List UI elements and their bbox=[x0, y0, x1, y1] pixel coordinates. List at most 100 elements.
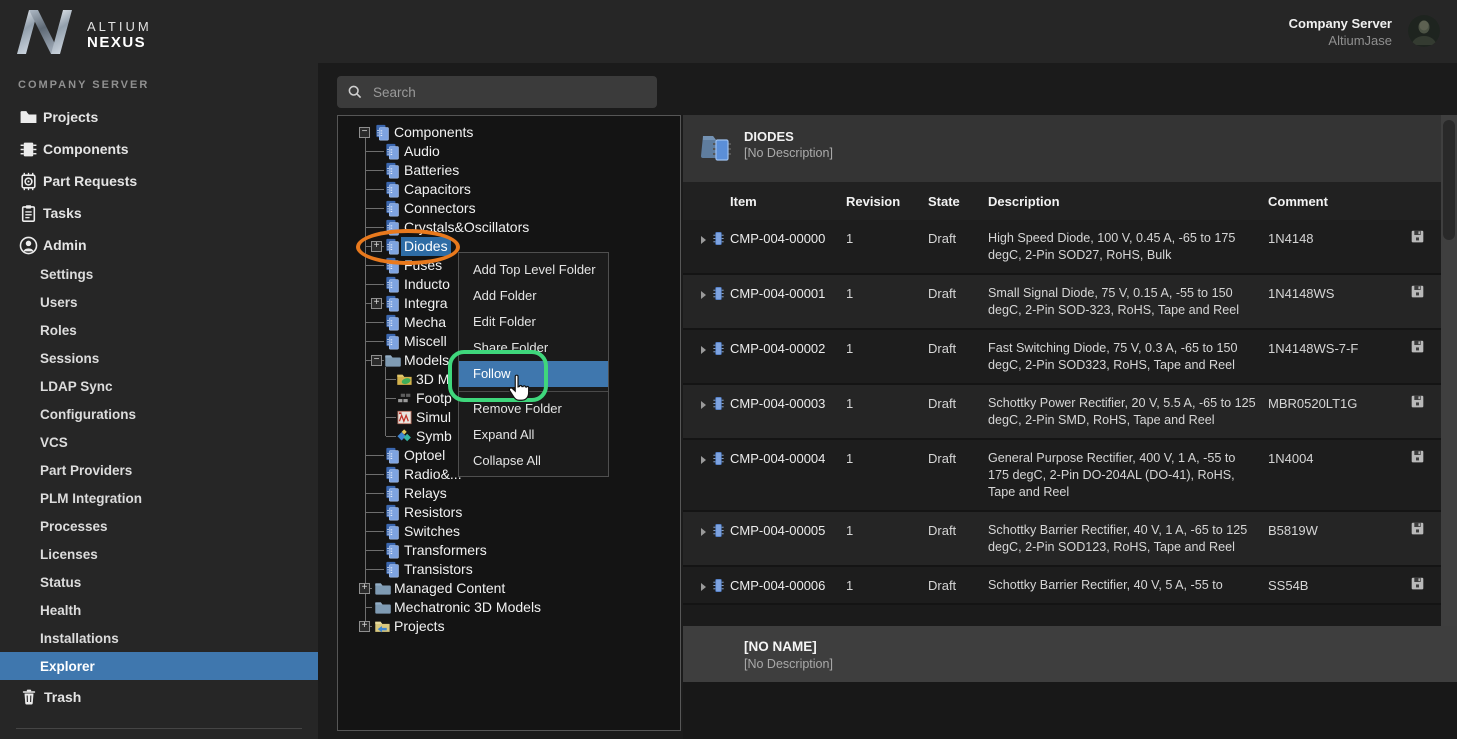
expand-plus-icon[interactable]: + bbox=[371, 298, 382, 309]
selection-description: [No Description] bbox=[744, 657, 833, 671]
sidebar-item-admin[interactable]: Admin bbox=[0, 229, 318, 261]
sidebar-item-trash-row[interactable]: Trash bbox=[0, 683, 318, 711]
tree-item-managed-content[interactable]: + Managed Content bbox=[338, 579, 680, 598]
column-header-state[interactable]: State bbox=[928, 194, 960, 209]
sidebar-item-roles[interactable]: Roles bbox=[0, 316, 318, 344]
sidebar-item-tasks[interactable]: Tasks bbox=[0, 197, 318, 229]
table-row-cmp-004-00005[interactable]: CMP-004-000051DraftSchottky Barrier Rect… bbox=[683, 512, 1457, 567]
tree-item-switches[interactable]: Switches bbox=[338, 522, 680, 541]
sidebar-item-settings[interactable]: Settings bbox=[0, 260, 318, 288]
save-icon[interactable] bbox=[1410, 449, 1426, 465]
trash-icon bbox=[19, 687, 39, 707]
save-icon[interactable] bbox=[1410, 284, 1426, 300]
sidebar-item-plm-integration[interactable]: PLM Integration bbox=[0, 484, 318, 512]
tree-item-components[interactable]: − Components bbox=[338, 123, 680, 142]
tree-item-audio[interactable]: Audio bbox=[338, 142, 680, 161]
cell-description: Small Signal Diode, 75 V, 0.15 A, -55 to… bbox=[988, 275, 1256, 330]
cell-comment: 1N4148 bbox=[1268, 231, 1314, 246]
column-header-comment[interactable]: Comment bbox=[1268, 194, 1328, 209]
save-icon[interactable] bbox=[1410, 339, 1426, 355]
tree-item-label: Simul bbox=[413, 408, 454, 427]
tree-item-label: Radio&... bbox=[401, 465, 465, 484]
sidebar-item-projects[interactable]: Projects bbox=[0, 101, 318, 133]
tree-item-label: Resistors bbox=[401, 503, 465, 522]
menu-item-edit-folder[interactable]: Edit Folder bbox=[459, 309, 608, 335]
row-expand-triangle-icon[interactable] bbox=[701, 236, 706, 244]
save-icon[interactable] bbox=[1410, 229, 1426, 245]
search-input[interactable] bbox=[371, 76, 651, 108]
user-avatar[interactable] bbox=[1408, 15, 1440, 47]
sidebar-item-sessions[interactable]: Sessions bbox=[0, 344, 318, 372]
sidebar-item-users[interactable]: Users bbox=[0, 288, 318, 316]
tree-item-label: Relays bbox=[401, 484, 450, 503]
tree-item-label: Optoel bbox=[401, 446, 448, 465]
row-expand-triangle-icon[interactable] bbox=[701, 528, 706, 536]
sidebar-item-explorer[interactable]: Explorer bbox=[0, 652, 318, 680]
user-name[interactable]: AltiumJase bbox=[1180, 33, 1392, 48]
row-expand-triangle-icon[interactable] bbox=[701, 346, 706, 354]
sidebar-item-ldap-sync[interactable]: LDAP Sync bbox=[0, 372, 318, 400]
table-row-cmp-004-00006[interactable]: CMP-004-000061DraftSchottky Barrier Rect… bbox=[683, 567, 1457, 605]
menu-item-add-top-level-folder[interactable]: Add Top Level Folder bbox=[459, 257, 608, 283]
content-panel: DIODES [No Description] ItemRevisionStat… bbox=[683, 63, 1457, 739]
vertical-scrollbar[interactable] bbox=[1441, 115, 1457, 626]
footprint-icon bbox=[396, 390, 413, 407]
row-expand-triangle-icon[interactable] bbox=[701, 456, 706, 464]
tree-item-capacitors[interactable]: Capacitors bbox=[338, 180, 680, 199]
sidebar-item-configurations[interactable]: Configurations bbox=[0, 400, 318, 428]
collapse-minus-icon[interactable]: − bbox=[359, 127, 370, 138]
row-expand-triangle-icon[interactable] bbox=[701, 401, 706, 409]
mouse-cursor-hand bbox=[506, 374, 532, 409]
sidebar-item-label: Admin bbox=[43, 237, 87, 253]
cell-item: CMP-004-00004 bbox=[730, 451, 825, 466]
tree-item-batteries[interactable]: Batteries bbox=[338, 161, 680, 180]
tree-item-resistors[interactable]: Resistors bbox=[338, 503, 680, 522]
components-lib-icon bbox=[384, 143, 401, 160]
search-box bbox=[337, 76, 657, 108]
table-row-cmp-004-00003[interactable]: CMP-004-000031DraftSchottky Power Rectif… bbox=[683, 385, 1457, 440]
tree-item-relays[interactable]: Relays bbox=[338, 484, 680, 503]
components-lib-icon bbox=[384, 447, 401, 464]
sidebar-item-processes[interactable]: Processes bbox=[0, 512, 318, 540]
collapse-minus-icon[interactable]: − bbox=[371, 355, 382, 366]
clipboard-icon bbox=[18, 203, 38, 223]
row-expand-triangle-icon[interactable] bbox=[701, 583, 706, 591]
scrollbar-thumb[interactable] bbox=[1443, 120, 1455, 240]
table-row-cmp-004-00000[interactable]: CMP-004-000001DraftHigh Speed Diode, 100… bbox=[683, 220, 1457, 275]
menu-item-collapse-all[interactable]: Collapse All bbox=[459, 448, 608, 474]
expand-plus-icon[interactable]: + bbox=[359, 621, 370, 632]
chip-icon bbox=[18, 139, 38, 159]
sidebar-item-part-providers[interactable]: Part Providers bbox=[0, 456, 318, 484]
tree-item-transformers[interactable]: Transformers bbox=[338, 541, 680, 560]
menu-item-add-folder[interactable]: Add Folder bbox=[459, 283, 608, 309]
tree-item-projects[interactable]: + Projects bbox=[338, 617, 680, 636]
sidebar-item-components[interactable]: Components bbox=[0, 133, 318, 165]
save-icon[interactable] bbox=[1410, 576, 1426, 592]
tree-item-mechatronic-3d-models[interactable]: Mechatronic 3D Models bbox=[338, 598, 680, 617]
row-expand-triangle-icon[interactable] bbox=[701, 291, 706, 299]
column-header-revision[interactable]: Revision bbox=[846, 194, 900, 209]
tree-item-transistors[interactable]: Transistors bbox=[338, 560, 680, 579]
tree-item-connectors[interactable]: Connectors bbox=[338, 199, 680, 218]
save-icon[interactable] bbox=[1410, 394, 1426, 410]
tree-item-label: Mecha bbox=[401, 313, 449, 332]
table-row-cmp-004-00004[interactable]: CMP-004-000041DraftGeneral Purpose Recti… bbox=[683, 440, 1457, 512]
table-row-cmp-004-00002[interactable]: CMP-004-000021DraftFast Switching Diode,… bbox=[683, 330, 1457, 385]
menu-item-expand-all[interactable]: Expand All bbox=[459, 422, 608, 448]
app-window: ALTIUM NEXUS Company Server AltiumJase C… bbox=[0, 0, 1457, 739]
sidebar-item-health[interactable]: Health bbox=[0, 596, 318, 624]
table-row-cmp-004-00001[interactable]: CMP-004-000011DraftSmall Signal Diode, 7… bbox=[683, 275, 1457, 330]
expand-plus-icon[interactable]: + bbox=[359, 583, 370, 594]
tree-item-label: Capacitors bbox=[401, 180, 474, 199]
sidebar-item-vcs[interactable]: VCS bbox=[0, 428, 318, 456]
sidebar-item-installations[interactable]: Installations bbox=[0, 624, 318, 652]
component-icon bbox=[711, 286, 726, 301]
column-header-item[interactable]: Item bbox=[730, 194, 757, 209]
save-icon[interactable] bbox=[1410, 521, 1426, 537]
sidebar-item-trash[interactable]: Trash bbox=[0, 683, 318, 711]
column-header-description[interactable]: Description bbox=[988, 194, 1060, 209]
sidebar-item-licenses[interactable]: Licenses bbox=[0, 540, 318, 568]
folder-icon bbox=[374, 599, 391, 616]
sidebar-item-part-requests[interactable]: Part Requests bbox=[0, 165, 318, 197]
sidebar-item-status[interactable]: Status bbox=[0, 568, 318, 596]
